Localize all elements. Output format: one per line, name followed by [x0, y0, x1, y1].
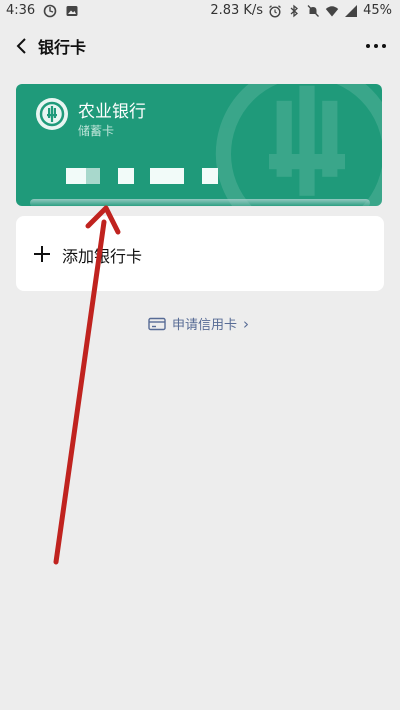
status-time: 4:36	[6, 3, 36, 18]
nav-bar: 银行卡	[0, 24, 400, 68]
signal-icon	[345, 4, 358, 17]
image-notification-icon	[66, 5, 78, 16]
status-bar: 4:36 2.83 K/s 45%	[0, 0, 400, 24]
more-dots-icon	[366, 44, 386, 48]
chevron-right-icon: ›	[243, 314, 250, 333]
masked-number-block	[66, 168, 86, 184]
masked-number-block	[202, 168, 218, 184]
mute-icon	[307, 4, 320, 17]
bank-name: 农业银行	[78, 102, 146, 122]
status-right: 2.83 K/s 45%	[210, 3, 392, 18]
battery-percentage: 45%	[363, 3, 392, 18]
masked-number-block	[86, 168, 100, 184]
masked-number-block	[118, 168, 134, 184]
credit-card-icon	[148, 317, 166, 330]
card-stack-shadow	[30, 199, 370, 207]
plus-icon	[34, 246, 50, 262]
app-notification-icon	[43, 4, 57, 17]
back-button[interactable]	[6, 30, 38, 62]
add-bank-card-button[interactable]: 添加银行卡	[16, 216, 384, 291]
bank-card[interactable]: 农业银行 储蓄卡	[16, 84, 382, 206]
apply-credit-card-label: 申请信用卡	[172, 318, 238, 333]
bluetooth-icon	[290, 4, 299, 17]
add-bank-card-label: 添加银行卡	[62, 247, 143, 266]
back-arrow-icon	[16, 38, 26, 54]
status-left: 4:36	[6, 3, 79, 18]
card-type: 储蓄卡	[78, 124, 115, 138]
bank-logo-watermark	[215, 84, 382, 206]
masked-number-block	[150, 168, 184, 184]
alarm-icon	[269, 4, 282, 18]
wifi-icon	[325, 5, 339, 16]
apply-credit-card-link[interactable]: 申请信用卡 ›	[148, 314, 249, 333]
page-title: 银行卡	[38, 38, 87, 57]
more-options-button[interactable]	[360, 30, 392, 62]
bank-logo-icon	[36, 98, 68, 130]
network-speed: 2.83 K/s	[210, 3, 264, 18]
